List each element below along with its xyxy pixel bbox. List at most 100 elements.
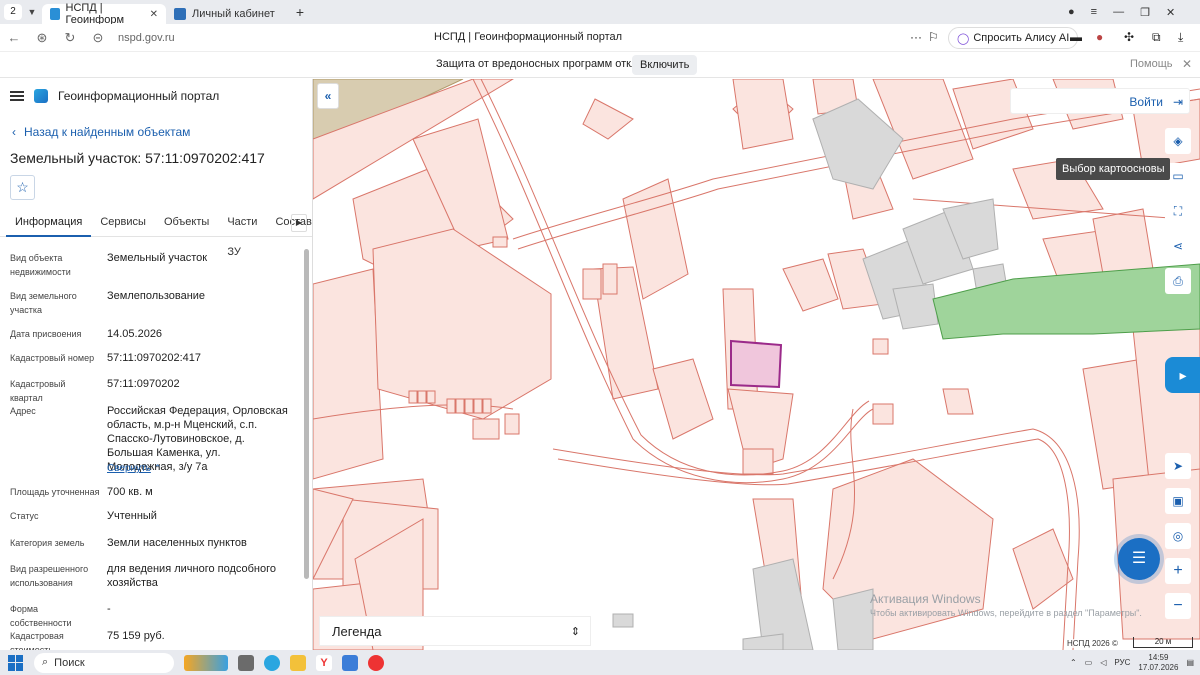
tab-title: НСПД | Геоинформ <box>65 2 125 26</box>
zoom-in-icon[interactable]: + <box>1165 558 1191 584</box>
help-link[interactable]: Помощь <box>1130 58 1173 70</box>
more-icon[interactable]: ··· <box>910 30 922 44</box>
tab-services[interactable]: Сервисы <box>91 207 155 237</box>
language-indicator[interactable]: РУС <box>1114 658 1130 667</box>
calculator-icon[interactable] <box>342 654 358 671</box>
alice-label: Спросить Алису AI <box>973 32 1070 44</box>
menu-icon[interactable]: ≡ <box>1091 6 1097 18</box>
navigate-icon[interactable]: ➤ <box>1165 453 1191 479</box>
field-label: Адрес <box>10 406 36 416</box>
tab-title: Личный кабинет <box>192 8 275 20</box>
task-view-icon[interactable] <box>238 654 254 671</box>
tab-cabinet[interactable]: Личный кабинет <box>166 4 290 24</box>
map-view[interactable]: « Войти ⇥ ◈ ▭ ⛶ ⋖ ⎙ Выбор картоосновы ▸ … <box>313 79 1200 650</box>
edge-icon[interactable] <box>264 654 280 671</box>
reload-icon[interactable]: ↻ <box>56 30 84 46</box>
field-value: 14.05.2026 <box>107 328 163 340</box>
collapse-link[interactable]: Свернуть ⌃ <box>107 461 292 476</box>
tab-count[interactable]: 2 <box>4 4 22 20</box>
chevron-right-icon[interactable]: ▶ <box>291 214 307 232</box>
basemap-tooltip: Выбор картоосновы <box>1056 158 1171 180</box>
new-tab-icon[interactable]: + <box>290 4 310 20</box>
chevron-up-icon[interactable]: ⌃ <box>1070 658 1077 667</box>
folder-icon[interactable] <box>290 654 306 671</box>
lock-icon: ⊝ <box>92 29 104 45</box>
close-icon[interactable]: ✕ <box>1182 57 1192 71</box>
collections-icon[interactable]: ⧉ <box>1152 30 1161 45</box>
building <box>832 588 874 650</box>
minimize-icon[interactable]: — <box>1113 6 1124 18</box>
tab-info[interactable]: Информация <box>6 207 92 237</box>
tab-parts[interactable]: Части ЗУ <box>218 207 266 258</box>
field-label: Кадастровая стоимость <box>10 631 64 650</box>
extension-icon[interactable]: ● <box>1096 30 1103 44</box>
chevron-up-icon: ⌃ <box>153 463 162 473</box>
time: 14:59 <box>1148 652 1169 662</box>
layers-icon[interactable]: ◈ <box>1165 128 1191 154</box>
field-value: Земли населенных пунктов <box>107 537 247 549</box>
windows-start-icon[interactable] <box>8 654 24 671</box>
panel-scrollbar[interactable] <box>304 249 309 579</box>
protect-icon[interactable]: ⊛ <box>28 30 56 46</box>
tab-nspd[interactable]: НСПД | Геоинформ ✕ <box>42 2 166 26</box>
back-arrow-icon[interactable]: ← <box>0 30 28 45</box>
copyright: НСПД 2026 © <box>1065 639 1120 648</box>
network-icon[interactable]: ▭ <box>1085 658 1093 667</box>
chat-icon[interactable]: ☰ <box>1118 538 1160 580</box>
building <box>612 613 634 628</box>
restore-icon[interactable]: ❐ <box>1140 6 1150 19</box>
downloads-icon[interactable]: ⤓ <box>1178 30 1183 45</box>
share-icon[interactable]: ⋖ <box>1165 233 1191 259</box>
select-area-icon[interactable]: ⛶ <box>1165 198 1191 224</box>
favorite-star-icon[interactable]: ☆ <box>10 175 35 200</box>
profile-icon[interactable]: ● <box>1068 6 1075 18</box>
app-icon[interactable] <box>368 654 384 671</box>
extension-icon[interactable]: ▬ <box>1070 30 1082 44</box>
nspd-favicon-icon <box>50 8 60 20</box>
volume-icon[interactable]: ◁ <box>1100 658 1106 667</box>
field-label: Дата присвоения <box>10 329 82 339</box>
print-icon[interactable]: ⎙ <box>1165 268 1191 294</box>
search-label: Поиск <box>54 656 85 669</box>
close-window-icon[interactable]: ✕ <box>1166 6 1175 19</box>
scale-bar: 20 м <box>1133 637 1193 648</box>
puzzle-icon[interactable]: ✣ <box>1124 30 1134 44</box>
field-value: Земельный участок <box>107 252 208 264</box>
field-value: 57:11:0970202:417 <box>107 352 201 364</box>
field-value: - <box>107 603 111 615</box>
field-label: Форма собственности <box>10 604 72 628</box>
url-host[interactable]: nspd.gov.ru <box>118 32 175 44</box>
field-label: Кадастровый квартал <box>10 379 66 403</box>
back-link[interactable]: ‹ Назад к найденным объектам <box>12 125 190 139</box>
collapse-panel-icon[interactable]: « <box>317 83 339 109</box>
alice-button[interactable]: ◯ Спросить Алису AI <box>948 27 1079 49</box>
bookmark-icon[interactable]: ⚐ <box>928 30 939 44</box>
alice-icon: ◯ <box>957 32 970 45</box>
tab-objects[interactable]: Объекты <box>155 207 218 237</box>
login-button[interactable]: Войти ⇥ <box>1010 88 1190 114</box>
weather-widget-icon[interactable] <box>184 654 228 671</box>
legend-panel[interactable]: Легенда ⇕ <box>319 616 591 646</box>
field-label: Статус <box>10 511 39 521</box>
zoom-out-icon[interactable]: − <box>1165 593 1191 619</box>
system-tray: ⌃ ▭ ◁ РУС 14:59 17.07.2026 ▤ <box>1070 650 1200 675</box>
field-label: Площадь уточненная <box>10 487 100 497</box>
taskbar-search[interactable]: ⌕ Поиск <box>34 652 174 673</box>
notification-icon[interactable]: ▤ <box>1186 658 1194 667</box>
chevron-down-icon[interactable]: ▼ <box>22 7 42 17</box>
minimap-icon[interactable]: ▣ <box>1165 488 1191 514</box>
menu-icon[interactable] <box>10 91 24 101</box>
chevron-left-icon: ‹ <box>12 125 16 139</box>
browser-tab-bar: 2 ▼ НСПД | Геоинформ ✕ Личный кабинет + … <box>0 0 1200 26</box>
login-label: Войти <box>1129 95 1163 109</box>
location-icon[interactable]: ◎ <box>1165 523 1191 549</box>
side-panel-icon[interactable]: ▸ <box>1165 357 1200 393</box>
field-value: Землепользование <box>107 290 206 302</box>
field-label: Вид земельного участка <box>10 291 77 315</box>
clock[interactable]: 14:59 17.07.2026 <box>1138 653 1178 673</box>
yandex-browser-icon[interactable]: Y <box>316 654 332 671</box>
enable-button[interactable]: Включить <box>632 55 698 75</box>
expand-icon[interactable]: ⇕ <box>571 617 580 647</box>
building <box>892 283 939 330</box>
close-icon[interactable]: ✕ <box>150 9 158 20</box>
